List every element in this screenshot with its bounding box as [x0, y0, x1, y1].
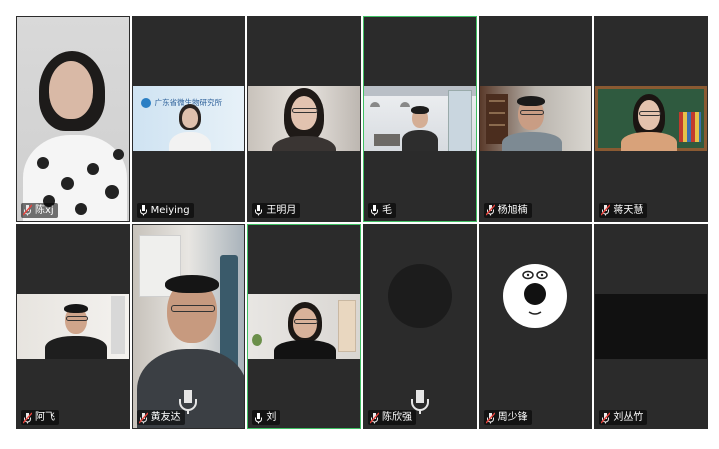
- participant-name-label: 刘: [252, 410, 281, 425]
- participant-video: [363, 86, 476, 152]
- participant-name: Meiying: [150, 204, 190, 216]
- participant-name: 蒋天慧: [613, 204, 644, 216]
- participant-video: [248, 86, 360, 152]
- participant-name: 刘丛竹: [613, 412, 644, 423]
- participant-name: 陈xj: [35, 204, 54, 216]
- participant-video: [248, 293, 360, 359]
- video-grid: 陈xj 广东省微生物研究所 Meiying 王明月 毛 杨旭楠 蒋天慧 阿飞 黄…: [16, 16, 708, 429]
- participant-tile[interactable]: 周少锋: [478, 223, 593, 429]
- microphone-muted-icon: [23, 204, 32, 216]
- participant-name: 周少锋: [497, 412, 528, 423]
- microphone-muted-icon: [601, 412, 611, 423]
- participant-video: [17, 293, 129, 359]
- participant-tile[interactable]: 王明月: [247, 16, 361, 222]
- participant-video: [595, 86, 707, 152]
- microphone-muted-icon: [601, 204, 611, 216]
- microphone-icon: [255, 412, 263, 423]
- microphone-muted-icon: [369, 412, 379, 423]
- participant-tile[interactable]: 刘: [247, 223, 361, 429]
- microphone-muted-icon: [485, 204, 495, 216]
- microphone-muted-icon: [23, 412, 32, 423]
- participant-name-label: 阿飞: [21, 410, 59, 425]
- participant-tile[interactable]: 蒋天慧: [594, 16, 708, 222]
- participant-name: 杨旭楠: [497, 204, 528, 216]
- logo-icon: [140, 98, 151, 109]
- participant-name-label: 周少锋: [483, 410, 532, 425]
- participant-tile[interactable]: 刘丛竹: [594, 223, 708, 429]
- participant-video: [17, 17, 129, 221]
- participant-video: 广东省微生物研究所: [132, 86, 245, 152]
- participant-tile[interactable]: 黄友达: [131, 223, 246, 429]
- participant-name-label: 陈欣强: [367, 410, 416, 425]
- participant-name: 阿飞: [35, 412, 55, 423]
- participant-name: 毛: [381, 204, 392, 216]
- participant-name: 陈欣强: [381, 412, 412, 423]
- participant-name-label: 王明月: [252, 202, 301, 218]
- participant-name: 王明月: [266, 204, 297, 216]
- participant-name-label: 毛: [367, 202, 396, 218]
- microphone-icon: [370, 205, 378, 216]
- participant-name-label: 杨旭楠: [483, 202, 532, 218]
- microphone-icon: [139, 205, 147, 216]
- participant-name: 黄友达: [150, 412, 181, 423]
- participant-name-label: 黄友达: [136, 410, 185, 425]
- microphone-icon: [255, 205, 263, 216]
- participant-tile[interactable]: 毛: [362, 16, 477, 222]
- participant-tile[interactable]: 阿飞: [16, 223, 130, 429]
- participant-name-label: 蒋天慧: [599, 202, 648, 218]
- microphone-muted-icon: [138, 412, 148, 423]
- participant-name-label: 陈xj: [21, 202, 58, 218]
- participant-name-label: 刘丛竹: [599, 410, 648, 425]
- participant-video: [595, 293, 707, 359]
- participant-tile[interactable]: 杨旭楠: [478, 16, 593, 222]
- avatar: [387, 263, 452, 328]
- participant-tile[interactable]: 陈xj: [16, 16, 130, 222]
- cartoon-face-avatar-icon: [503, 263, 568, 328]
- participant-name-label: Meiying: [136, 202, 194, 218]
- microphone-muted-icon: [485, 412, 495, 423]
- participant-name: 刘: [266, 412, 277, 423]
- participant-tile[interactable]: 广东省微生物研究所 Meiying: [131, 16, 246, 222]
- participant-video: [479, 86, 592, 152]
- participant-tile[interactable]: 陈欣强: [362, 223, 477, 429]
